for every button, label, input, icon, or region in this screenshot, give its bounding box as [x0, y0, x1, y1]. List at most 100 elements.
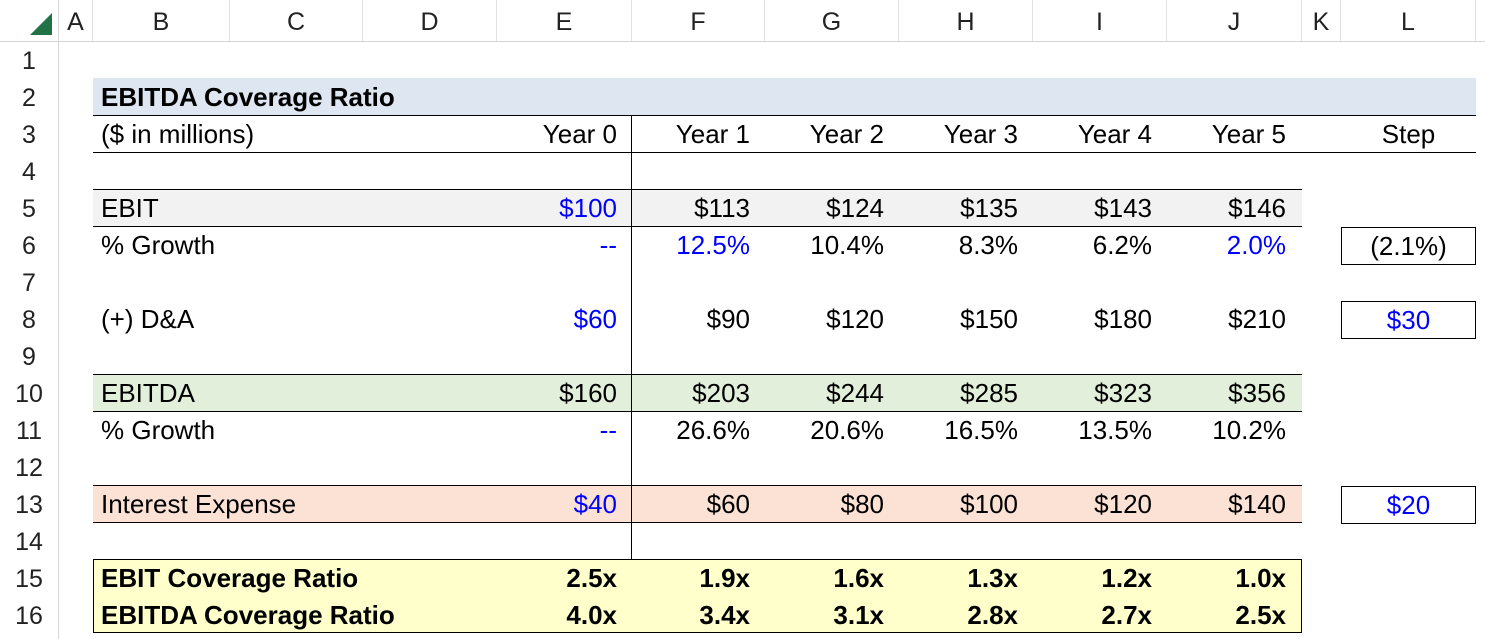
row-header-1[interactable]: 1 — [0, 47, 58, 76]
units-label[interactable]: ($ in millions) — [101, 119, 254, 150]
ebit-growth-year3[interactable]: 8.3% — [899, 230, 1018, 261]
ebitda-year1[interactable]: $203 — [632, 378, 750, 409]
ebitda-growth-year2[interactable]: 20.6% — [765, 415, 884, 446]
ebit-year3[interactable]: $135 — [899, 193, 1018, 224]
ebitda-coverage-year5[interactable]: 2.5x — [1167, 600, 1286, 631]
ebitda-growth-year4[interactable]: 13.5% — [1033, 415, 1152, 446]
interest-year0[interactable]: $40 — [497, 489, 617, 520]
ebit-coverage-year5[interactable]: 1.0x — [1167, 563, 1286, 594]
col-header-h[interactable]: H — [899, 0, 1033, 41]
da-year5[interactable]: $210 — [1167, 304, 1286, 335]
interest-step[interactable]: $20 — [1341, 486, 1476, 524]
ebitda-coverage-year0[interactable]: 4.0x — [497, 600, 617, 631]
select-all-corner[interactable] — [0, 0, 59, 41]
da-step[interactable]: $30 — [1341, 301, 1476, 339]
interest-year5[interactable]: $140 — [1167, 489, 1286, 520]
da-year2[interactable]: $120 — [765, 304, 884, 335]
row-header-14[interactable]: 14 — [0, 528, 58, 557]
ebit-growth-step[interactable]: (2.1%) — [1341, 227, 1476, 265]
ebit-year0[interactable]: $100 — [497, 193, 617, 224]
ebit-growth-year0[interactable]: -- — [497, 230, 617, 261]
col-header-k[interactable]: K — [1302, 0, 1341, 41]
row-header-6[interactable]: 6 — [0, 232, 58, 261]
year-header-5[interactable]: Year 5 — [1167, 119, 1286, 150]
ebit-year4[interactable]: $143 — [1033, 193, 1152, 224]
row-header-16[interactable]: 16 — [0, 602, 58, 631]
col-header-b[interactable]: B — [93, 0, 230, 41]
ebit-coverage-label[interactable]: EBIT Coverage Ratio — [101, 563, 358, 594]
col-header-c[interactable]: C — [230, 0, 363, 41]
ebitda-coverage-label[interactable]: EBITDA Coverage Ratio — [101, 600, 395, 631]
col-header-i[interactable]: I — [1033, 0, 1167, 41]
da-year1[interactable]: $90 — [632, 304, 750, 335]
ebit-coverage-year4[interactable]: 1.2x — [1033, 563, 1152, 594]
ebit-growth-year1[interactable]: 12.5% — [632, 230, 750, 261]
ebit-year5[interactable]: $146 — [1167, 193, 1286, 224]
ebitda-coverage-year2[interactable]: 3.1x — [765, 600, 884, 631]
row-header-8[interactable]: 8 — [0, 306, 58, 335]
ebitda-coverage-year3[interactable]: 2.8x — [899, 600, 1018, 631]
ebitda-growth-year3[interactable]: 16.5% — [899, 415, 1018, 446]
col-header-f[interactable]: F — [632, 0, 765, 41]
col-header-e[interactable]: E — [497, 0, 632, 41]
ebitda-growth-year0[interactable]: -- — [497, 415, 617, 446]
ebit-label[interactable]: EBIT — [101, 193, 159, 224]
ebit-growth-year5[interactable]: 2.0% — [1167, 230, 1286, 261]
year-header-4[interactable]: Year 4 — [1033, 119, 1152, 150]
row-header-10[interactable]: 10 — [0, 380, 58, 409]
sheet-title[interactable]: EBITDA Coverage Ratio — [101, 82, 395, 113]
ebitda-label[interactable]: EBITDA — [101, 378, 195, 409]
year-header-3[interactable]: Year 3 — [899, 119, 1018, 150]
ebitda-year5[interactable]: $356 — [1167, 378, 1286, 409]
ebit-growth-year2[interactable]: 10.4% — [765, 230, 884, 261]
da-year4[interactable]: $180 — [1033, 304, 1152, 335]
ebitda-growth-year5[interactable]: 10.2% — [1167, 415, 1286, 446]
interest-year2[interactable]: $80 — [765, 489, 884, 520]
step-header[interactable]: Step — [1341, 119, 1476, 150]
ebit-coverage-year2[interactable]: 1.6x — [765, 563, 884, 594]
row-header-15[interactable]: 15 — [0, 565, 58, 594]
col-header-l[interactable]: L — [1341, 0, 1476, 41]
ebitda-year4[interactable]: $323 — [1033, 378, 1152, 409]
row-header-13[interactable]: 13 — [0, 491, 58, 520]
ebit-coverage-year3[interactable]: 1.3x — [899, 563, 1018, 594]
ebitda-coverage-year4[interactable]: 2.7x — [1033, 600, 1152, 631]
da-year0[interactable]: $60 — [497, 304, 617, 335]
interest-label[interactable]: Interest Expense — [101, 489, 296, 520]
title-underline — [93, 115, 1476, 116]
ebitda-year2[interactable]: $244 — [765, 378, 884, 409]
row-header-11[interactable]: 11 — [0, 417, 58, 446]
da-year3[interactable]: $150 — [899, 304, 1018, 335]
col-header-d[interactable]: D — [363, 0, 497, 41]
interest-year4[interactable]: $120 — [1033, 489, 1152, 520]
row-header-4[interactable]: 4 — [0, 158, 58, 187]
interest-year1[interactable]: $60 — [632, 489, 750, 520]
ebit-coverage-year1[interactable]: 1.9x — [632, 563, 750, 594]
ebit-growth-label[interactable]: % Growth — [101, 230, 215, 261]
year-header-0[interactable]: Year 0 — [497, 119, 617, 150]
ebit-coverage-year0[interactable]: 2.5x — [497, 563, 617, 594]
ebitda-year3[interactable]: $285 — [899, 378, 1018, 409]
row-header-2[interactable]: 2 — [0, 84, 58, 113]
col-header-g[interactable]: G — [765, 0, 899, 41]
row-header-5[interactable]: 5 — [0, 195, 58, 224]
ebit-year1[interactable]: $113 — [632, 193, 750, 224]
year-header-2[interactable]: Year 2 — [765, 119, 884, 150]
da-label[interactable]: (+) D&A — [101, 304, 194, 335]
ebitda-coverage-year1[interactable]: 3.4x — [632, 600, 750, 631]
row-header-7[interactable]: 7 — [0, 269, 58, 298]
col-header-j[interactable]: J — [1167, 0, 1302, 41]
interest-year3[interactable]: $100 — [899, 489, 1018, 520]
ebit-year2[interactable]: $124 — [765, 193, 884, 224]
header-underline — [93, 152, 1476, 153]
ebit-growth-year4[interactable]: 6.2% — [1033, 230, 1152, 261]
row-header-3[interactable]: 3 — [0, 121, 58, 150]
ebitda-year0[interactable]: $160 — [497, 378, 617, 409]
col-header-a[interactable]: A — [59, 0, 93, 41]
column-header-bar: A B C D E F G H I J K L — [0, 0, 1485, 42]
ebitda-growth-label[interactable]: % Growth — [101, 415, 215, 446]
year-header-1[interactable]: Year 1 — [632, 119, 750, 150]
row-header-12[interactable]: 12 — [0, 454, 58, 483]
ebitda-growth-year1[interactable]: 26.6% — [632, 415, 750, 446]
row-header-9[interactable]: 9 — [0, 343, 58, 372]
